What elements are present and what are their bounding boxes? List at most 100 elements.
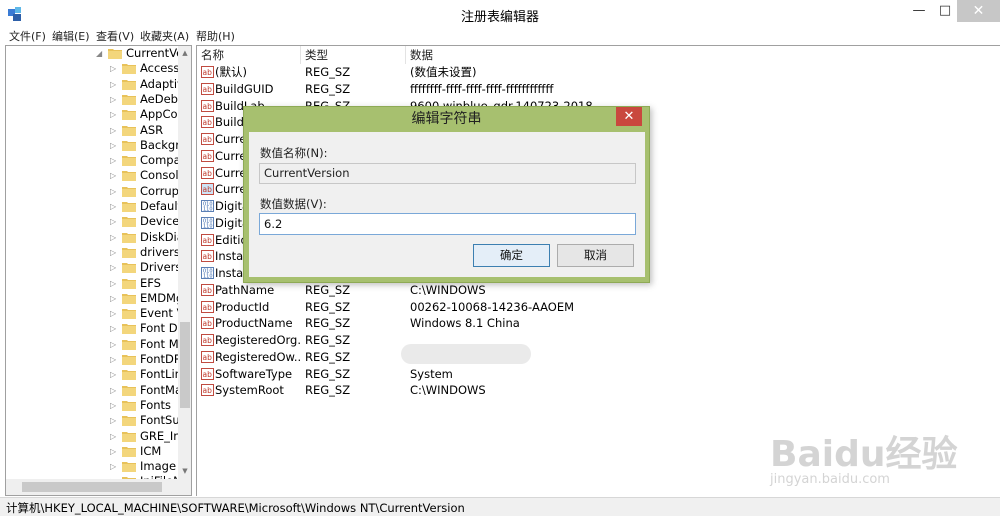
value-row[interactable]: ab ProductId REG_SZ 00262-10068-14236-AAOEM: [197, 299, 997, 316]
folder-icon: [122, 186, 136, 197]
tree-item-label: ASR: [140, 122, 164, 137]
collapsed-arrow-icon[interactable]: ▷: [110, 413, 120, 428]
collapsed-arrow-icon[interactable]: ▷: [110, 260, 120, 275]
watermark-url: jingyan.baidu.com: [770, 472, 890, 487]
collapsed-arrow-icon[interactable]: ▷: [110, 383, 120, 398]
value-type: REG_SZ: [305, 299, 351, 314]
redacted-blur: [401, 344, 531, 364]
svg-text:110: 110: [203, 223, 213, 229]
svg-text:ab: ab: [203, 68, 213, 77]
svg-text:ab: ab: [203, 336, 213, 345]
value-name-field: CurrentVersion: [259, 163, 636, 184]
collapsed-arrow-icon[interactable]: ▷: [110, 337, 120, 352]
folder-icon: [122, 217, 136, 228]
tree-horizontal-scroll-thumb[interactable]: [22, 482, 162, 492]
value-name-label: 数值名称(N):: [260, 146, 328, 160]
collapsed-arrow-icon[interactable]: ▷: [110, 398, 120, 413]
svg-text:ab: ab: [203, 252, 213, 261]
tree-horizontal-scrollbar[interactable]: [6, 479, 178, 495]
tree-item-label: Fonts: [140, 397, 172, 412]
maximize-button[interactable]: □: [933, 0, 957, 22]
value-type: REG_SZ: [305, 81, 351, 96]
collapsed-arrow-icon[interactable]: ▷: [110, 306, 120, 321]
svg-text:ab: ab: [203, 118, 213, 127]
svg-text:ab: ab: [203, 135, 213, 144]
collapsed-arrow-icon[interactable]: ▷: [110, 92, 120, 107]
collapsed-arrow-icon[interactable]: ▷: [110, 230, 120, 245]
menu-edit[interactable]: 编辑(E): [52, 28, 90, 45]
key-tree[interactable]: ◢ CurrentVer ▷ Accessil ▷ Adaptiv ▷ AeDebu ▷ AppC…: [5, 45, 192, 496]
close-button[interactable]: ✕: [957, 0, 1000, 22]
menu-view[interactable]: 查看(V): [96, 28, 134, 45]
collapsed-arrow-icon[interactable]: ▷: [110, 291, 120, 306]
folder-icon: [122, 416, 136, 427]
tree-item-label: Default: [140, 199, 183, 213]
svg-text:110: 110: [203, 207, 213, 213]
folder-open-icon: [108, 49, 122, 59]
folder-icon: [122, 324, 136, 335]
scroll-down-icon[interactable]: ▼: [178, 464, 191, 478]
collapsed-arrow-icon[interactable]: ▷: [110, 153, 120, 168]
value-row[interactable]: ab SoftwareType REG_SZ System: [197, 366, 997, 383]
svg-text:ab: ab: [203, 169, 213, 178]
collapsed-arrow-icon[interactable]: ▷: [110, 184, 120, 199]
value-name: (默认): [215, 65, 247, 79]
folder-icon: [122, 247, 136, 258]
dialog-close-button[interactable]: ✕: [616, 107, 642, 126]
collapsed-arrow-icon[interactable]: ▷: [110, 199, 120, 214]
collapsed-arrow-icon[interactable]: ▷: [110, 321, 120, 336]
value-row[interactable]: ab RegisteredOrg... REG_SZ: [197, 332, 997, 349]
folder-icon: [122, 385, 136, 396]
menu-file[interactable]: 文件(F): [9, 28, 46, 45]
folder-icon: [122, 94, 136, 105]
value-row[interactable]: ab PathName REG_SZ C:\WINDOWS: [197, 282, 997, 299]
value-row[interactable]: ab ProductName REG_SZ Windows 8.1 China: [197, 315, 997, 332]
folder-icon: [122, 140, 136, 151]
collapsed-arrow-icon[interactable]: ▷: [110, 107, 120, 122]
value-row[interactable]: ab SystemRoot REG_SZ C:\WINDOWS: [197, 382, 997, 399]
collapsed-arrow-icon[interactable]: ▷: [110, 429, 120, 444]
string-value-icon: ab: [201, 367, 214, 380]
tree-item-label: EFS: [140, 275, 161, 290]
value-row[interactable]: ab BuildGUID REG_SZ ffffffff-ffff-ffff-ffff…: [197, 81, 997, 98]
value-type: REG_SZ: [305, 366, 351, 381]
collapsed-arrow-icon[interactable]: ▷: [110, 444, 120, 459]
collapsed-arrow-icon[interactable]: ▷: [110, 245, 120, 260]
minimize-button[interactable]: —: [905, 0, 933, 22]
folder-icon: [122, 232, 136, 243]
collapsed-arrow-icon[interactable]: ▷: [110, 123, 120, 138]
menu-help[interactable]: 帮助(H): [196, 28, 235, 45]
column-header-data[interactable]: 数据: [406, 46, 826, 64]
svg-text:ab: ab: [203, 102, 213, 111]
string-value-icon: ab: [201, 384, 214, 397]
svg-text:ab: ab: [203, 370, 213, 379]
tree-vertical-scroll-thumb[interactable]: [180, 322, 190, 408]
column-header-type[interactable]: 类型: [301, 46, 406, 64]
expanded-arrow-icon[interactable]: ◢: [96, 46, 106, 61]
collapsed-arrow-icon[interactable]: ▷: [110, 367, 120, 382]
folder-icon: [122, 64, 136, 75]
ok-button[interactable]: 确定: [473, 244, 550, 267]
baidu-watermark: Baidu经验 jingyan.baidu.com: [770, 425, 980, 495]
folder-icon: [122, 110, 136, 121]
menu-favorites[interactable]: 收藏夹(A): [140, 28, 189, 45]
collapsed-arrow-icon[interactable]: ▷: [110, 77, 120, 92]
collapsed-arrow-icon[interactable]: ▷: [110, 168, 120, 183]
collapsed-arrow-icon[interactable]: ▷: [110, 214, 120, 229]
tree-vertical-scrollbar[interactable]: ▲ ▼: [178, 46, 191, 495]
column-header-name[interactable]: 名称: [197, 46, 301, 64]
value-row[interactable]: ab RegisteredOw... REG_SZ: [197, 349, 997, 366]
status-bar: 计算机\HKEY_LOCAL_MACHINE\SOFTWARE\Microsof…: [0, 497, 1000, 516]
collapsed-arrow-icon[interactable]: ▷: [110, 276, 120, 291]
value-data-input[interactable]: 6.2: [259, 213, 636, 235]
cancel-button[interactable]: 取消: [557, 244, 634, 267]
value-row[interactable]: ab (默认) REG_SZ (数值未设置): [197, 64, 997, 81]
collapsed-arrow-icon[interactable]: ▷: [110, 352, 120, 367]
string-value-icon: ab: [201, 82, 214, 95]
collapsed-arrow-icon[interactable]: ▷: [110, 138, 120, 153]
title-bar: 注册表编辑器 — □ ✕: [0, 0, 1000, 28]
collapsed-arrow-icon[interactable]: ▷: [110, 459, 120, 474]
collapsed-arrow-icon[interactable]: ▷: [110, 61, 120, 76]
scroll-up-icon[interactable]: ▲: [178, 46, 191, 60]
value-type: REG_SZ: [305, 316, 351, 331]
